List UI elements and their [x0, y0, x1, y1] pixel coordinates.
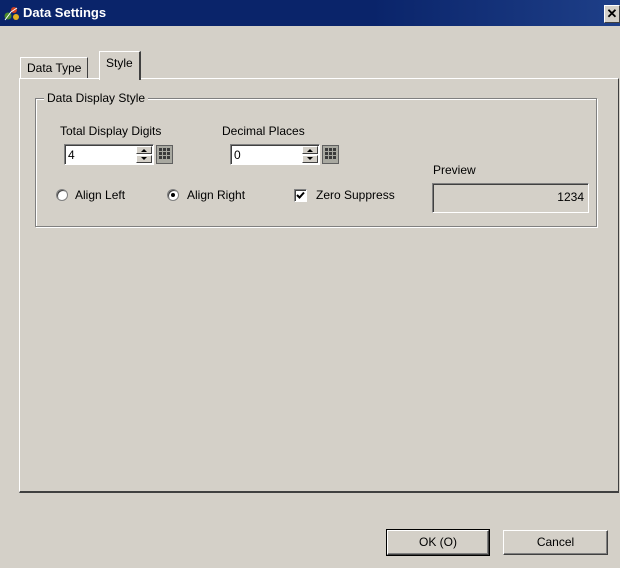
spin-down-icon[interactable] — [302, 155, 318, 163]
ok-button[interactable]: OK (O) — [386, 529, 490, 556]
decimal-places-spinner[interactable] — [302, 146, 318, 163]
total-digits-value: 4 — [68, 148, 75, 162]
total-digits-keypad-button[interactable] — [156, 145, 173, 164]
total-digits-label: Total Display Digits — [60, 124, 162, 138]
keypad-icon — [159, 148, 170, 159]
zero-suppress-checkbox[interactable] — [294, 189, 307, 202]
decimal-places-input[interactable]: 0 — [230, 144, 320, 165]
cancel-button[interactable]: Cancel — [503, 530, 608, 555]
total-digits-spinner[interactable] — [136, 146, 152, 163]
title-bar: Data Settings ✕ — [0, 0, 620, 26]
align-right-label[interactable]: Align Right — [187, 188, 245, 202]
app-icon — [3, 4, 21, 22]
spin-down-icon[interactable] — [136, 155, 152, 163]
preview-label: Preview — [433, 163, 476, 177]
tab-style[interactable]: Style — [99, 51, 141, 80]
decimal-places-label: Decimal Places — [222, 124, 305, 138]
group-label: Data Display Style — [44, 91, 149, 105]
align-right-radio[interactable] — [167, 189, 179, 201]
checkmark-icon — [296, 191, 305, 199]
align-left-radio[interactable] — [56, 189, 68, 201]
preview-display: 1234 — [432, 183, 589, 213]
close-icon: ✕ — [606, 6, 618, 21]
keypad-icon — [325, 148, 336, 159]
zero-suppress-label[interactable]: Zero Suppress — [316, 188, 395, 202]
total-digits-input[interactable]: 4 — [64, 144, 154, 165]
spin-up-icon[interactable] — [302, 146, 318, 154]
align-left-label[interactable]: Align Left — [75, 188, 125, 202]
decimal-places-keypad-button[interactable] — [322, 145, 339, 164]
window-title: Data Settings — [23, 5, 107, 20]
decimal-places-value: 0 — [234, 148, 241, 162]
close-button[interactable]: ✕ — [604, 5, 620, 23]
tab-data-type[interactable]: Data Type — [20, 57, 89, 79]
spin-up-icon[interactable] — [136, 146, 152, 154]
preview-value: 1234 — [557, 190, 584, 204]
